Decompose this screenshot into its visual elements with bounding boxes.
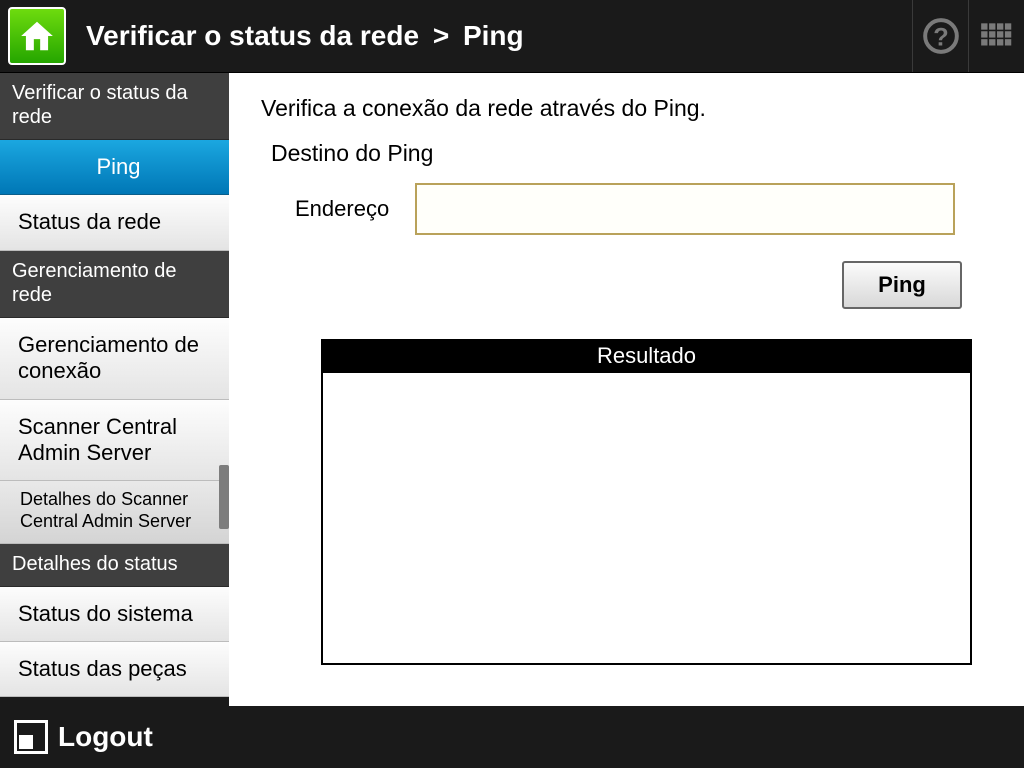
top-bar: Verificar o status da rede > Ping ? (0, 0, 1024, 73)
breadcrumb-parent: Verificar o status da rede (86, 20, 419, 51)
svg-text:?: ? (933, 24, 948, 52)
sidebar-item-scas[interactable]: Scanner Central Admin Server (0, 400, 229, 482)
sidebar-item-conn[interactable]: Gerenciamento de conexão (0, 318, 229, 400)
result-header: Resultado (323, 341, 970, 373)
keyboard-icon (978, 17, 1016, 55)
page-description: Verifica a conexão da rede através do Pi… (261, 95, 996, 122)
keyboard-button[interactable] (968, 0, 1024, 72)
ping-button[interactable]: Ping (842, 261, 962, 309)
sidebar-header-statusdetails: Detalhes do status (0, 544, 229, 587)
home-button[interactable] (8, 7, 66, 65)
sidebar-sub-scas-details[interactable]: Detalhes do Scanner Central Admin Server (0, 481, 229, 543)
sidebar-item-ping[interactable]: Ping (0, 140, 229, 195)
result-box: Resultado (321, 339, 972, 665)
breadcrumb-separator: > (433, 20, 449, 51)
help-icon: ? (922, 17, 960, 55)
section-title: Destino do Ping (271, 140, 996, 167)
logout-label: Logout (58, 721, 153, 753)
main-panel: Verifica a conexão da rede através do Pi… (229, 73, 1024, 706)
home-icon (18, 17, 56, 55)
breadcrumb: Verificar o status da rede > Ping (86, 20, 912, 52)
sidebar-item-sysstatus[interactable]: Status do sistema (0, 587, 229, 642)
sidebar-item-partsstatus[interactable]: Status das peças (0, 642, 229, 697)
help-button[interactable]: ? (912, 0, 968, 72)
logout-button[interactable]: Logout (14, 720, 153, 754)
sidebar-header-netmgmt: Gerenciamento de rede (0, 251, 229, 318)
sidebar: Verificar o status da rede Ping Status d… (0, 73, 229, 706)
sidebar-item-netstatus[interactable]: Status da rede (0, 195, 229, 250)
address-input[interactable] (415, 183, 955, 235)
result-body (323, 373, 970, 663)
footer-bar: Logout (0, 706, 1024, 768)
address-label: Endereço (295, 196, 415, 222)
logout-icon (14, 720, 48, 754)
sidebar-scrollbar-thumb[interactable] (219, 465, 229, 529)
breadcrumb-current: Ping (463, 20, 524, 51)
sidebar-header-netcheck: Verificar o status da rede (0, 73, 229, 140)
